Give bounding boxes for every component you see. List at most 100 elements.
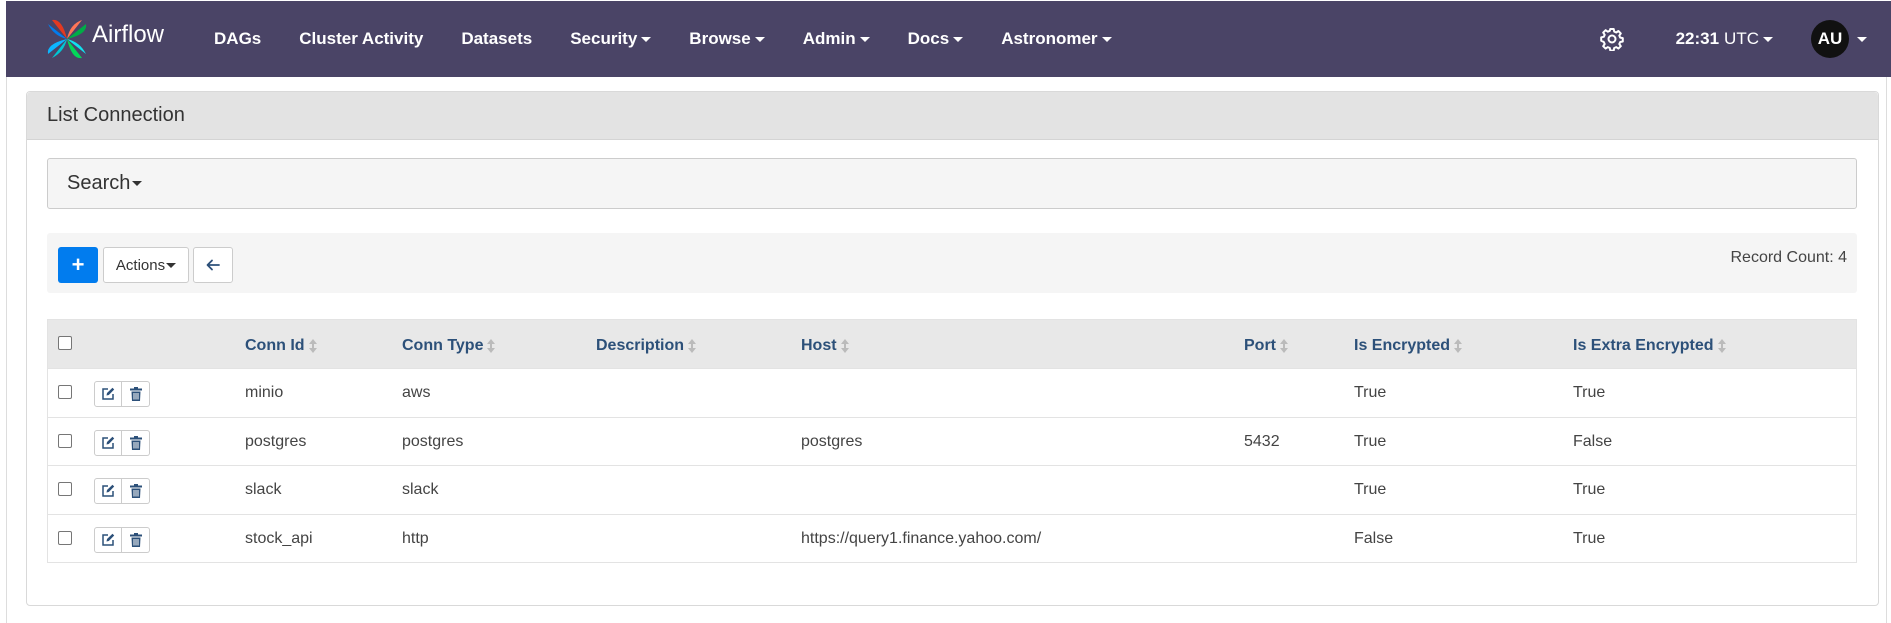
cell-host: postgres bbox=[801, 432, 863, 450]
trash-icon bbox=[129, 484, 142, 498]
actions-dropdown-button[interactable]: Actions bbox=[103, 247, 189, 283]
nav-right-group: 22:31 UTC AU bbox=[1599, 20, 1867, 58]
trash-icon bbox=[129, 387, 142, 401]
nav-astronomer-dropdown[interactable]: Astronomer bbox=[1001, 29, 1112, 49]
caret-down-icon bbox=[1763, 36, 1773, 42]
cell-is-encrypted: True bbox=[1354, 384, 1387, 401]
sort-icon bbox=[308, 339, 317, 353]
brand-link[interactable]: Airflow bbox=[44, 16, 164, 62]
delete-record-button[interactable] bbox=[122, 478, 150, 504]
cell-host: https://query1.finance.yahoo.com/ bbox=[801, 529, 1042, 547]
sort-icon bbox=[487, 339, 496, 353]
nav-dags-label: DAGs bbox=[214, 29, 262, 48]
page-title: List Connection bbox=[27, 92, 1878, 140]
add-connection-button[interactable]: + bbox=[58, 247, 98, 283]
caret-down-icon bbox=[1857, 36, 1867, 42]
nav-docs-dropdown[interactable]: Docs bbox=[908, 29, 964, 49]
cell-conn-type: slack bbox=[402, 481, 439, 498]
column-label: Is Extra Encrypted bbox=[1573, 337, 1714, 354]
column-label: Description bbox=[596, 337, 685, 354]
nav-security-label: Security bbox=[570, 29, 638, 48]
edit-icon bbox=[102, 484, 115, 497]
select-all-checkbox[interactable] bbox=[58, 336, 72, 350]
left-divider bbox=[6, 77, 7, 623]
right-divider bbox=[1886, 77, 1887, 623]
connections-table: Conn Id Conn Type Description Host Port … bbox=[47, 319, 1857, 563]
arrow-left-icon bbox=[206, 259, 220, 271]
user-menu[interactable]: AU bbox=[1811, 20, 1867, 58]
row-checkbox[interactable] bbox=[58, 530, 72, 545]
edit-record-button[interactable] bbox=[94, 478, 122, 504]
delete-record-button[interactable] bbox=[122, 526, 150, 553]
back-button[interactable] bbox=[193, 247, 233, 283]
caret-down-icon bbox=[132, 181, 143, 186]
gear-icon[interactable] bbox=[1599, 27, 1624, 51]
cell-is-extra-encrypted: True bbox=[1573, 529, 1606, 547]
cell-is-encrypted: False bbox=[1354, 529, 1394, 547]
cell-is-encrypted: True bbox=[1354, 432, 1387, 450]
clock-timezone: UTC bbox=[1724, 29, 1759, 48]
edit-record-button[interactable] bbox=[94, 429, 122, 456]
caret-down-icon bbox=[166, 262, 177, 268]
search-label: Search bbox=[67, 172, 131, 194]
airflow-logo-icon bbox=[47, 19, 87, 59]
table-header: Conn Id Conn Type Description Host Port … bbox=[48, 320, 1856, 368]
nav-admin-dropdown[interactable]: Admin bbox=[803, 29, 870, 49]
nav-security-dropdown[interactable]: Security bbox=[570, 29, 652, 49]
sort-icon bbox=[840, 339, 849, 353]
timezone-dropdown[interactable]: 22:31 UTC bbox=[1676, 29, 1773, 49]
nav-datasets[interactable]: Datasets bbox=[461, 29, 532, 49]
nav-browse-label: Browse bbox=[689, 29, 751, 48]
row-checkbox[interactable] bbox=[58, 385, 72, 399]
search-toggle[interactable]: Search bbox=[47, 158, 1857, 209]
cell-conn-type: http bbox=[402, 529, 429, 547]
column-header-description[interactable]: Description bbox=[596, 337, 697, 355]
edit-icon bbox=[102, 387, 115, 400]
cell-conn-type: aws bbox=[402, 384, 431, 401]
column-header-conn-type[interactable]: Conn Type bbox=[402, 337, 496, 355]
edit-icon bbox=[102, 436, 115, 449]
caret-down-icon bbox=[754, 36, 765, 42]
sort-icon bbox=[1717, 339, 1726, 353]
delete-record-button[interactable] bbox=[122, 429, 150, 456]
nav-astronomer-label: Astronomer bbox=[1001, 29, 1098, 48]
column-label: Is Encrypted bbox=[1354, 337, 1451, 354]
edit-record-button[interactable] bbox=[94, 381, 122, 407]
sort-icon bbox=[1280, 339, 1288, 353]
column-header-port[interactable]: Port bbox=[1244, 337, 1288, 355]
nav-dags[interactable]: DAGs bbox=[214, 29, 261, 49]
edit-icon bbox=[102, 533, 115, 546]
edit-record-button[interactable] bbox=[94, 526, 122, 553]
record-count: Record Count: 4 bbox=[1730, 249, 1847, 266]
nav-cluster-activity[interactable]: Cluster Activity bbox=[299, 29, 423, 49]
nav-docs-label: Docs bbox=[907, 29, 950, 48]
column-label: Port bbox=[1244, 337, 1276, 354]
nav-datasets-label: Datasets bbox=[461, 29, 533, 48]
column-label: Host bbox=[801, 337, 837, 354]
table-row: stock_api http https://query1.finance.ya… bbox=[48, 513, 1856, 563]
cell-conn-type: postgres bbox=[402, 432, 464, 450]
nav-cluster-activity-label: Cluster Activity bbox=[299, 29, 424, 48]
sort-icon bbox=[1454, 339, 1463, 353]
nav-menu: DAGs Cluster Activity Datasets Security … bbox=[214, 29, 1150, 49]
row-checkbox[interactable] bbox=[58, 433, 72, 448]
column-header-is-encrypted[interactable]: Is Encrypted bbox=[1354, 337, 1463, 355]
table-row: postgres postgres postgres 5432 True Fal… bbox=[48, 416, 1856, 466]
row-checkbox[interactable] bbox=[58, 482, 72, 496]
trash-icon bbox=[129, 532, 142, 547]
column-header-host[interactable]: Host bbox=[801, 337, 849, 355]
row-actions bbox=[94, 381, 150, 407]
column-header-conn-id[interactable]: Conn Id bbox=[245, 337, 317, 355]
cell-is-extra-encrypted: True bbox=[1573, 384, 1606, 401]
list-connection-panel: List Connection Search + Actions Record … bbox=[26, 91, 1879, 606]
avatar: AU bbox=[1811, 20, 1849, 58]
nav-browse-dropdown[interactable]: Browse bbox=[689, 29, 765, 49]
row-actions bbox=[94, 478, 150, 504]
cell-is-extra-encrypted: False bbox=[1573, 432, 1613, 450]
delete-record-button[interactable] bbox=[122, 381, 150, 407]
nav-admin-label: Admin bbox=[802, 29, 856, 48]
column-header-is-extra-encrypted[interactable]: Is Extra Encrypted bbox=[1573, 337, 1726, 355]
cell-conn-id: minio bbox=[245, 384, 284, 401]
actions-label: Actions bbox=[115, 256, 166, 274]
cell-is-encrypted: True bbox=[1354, 481, 1387, 498]
